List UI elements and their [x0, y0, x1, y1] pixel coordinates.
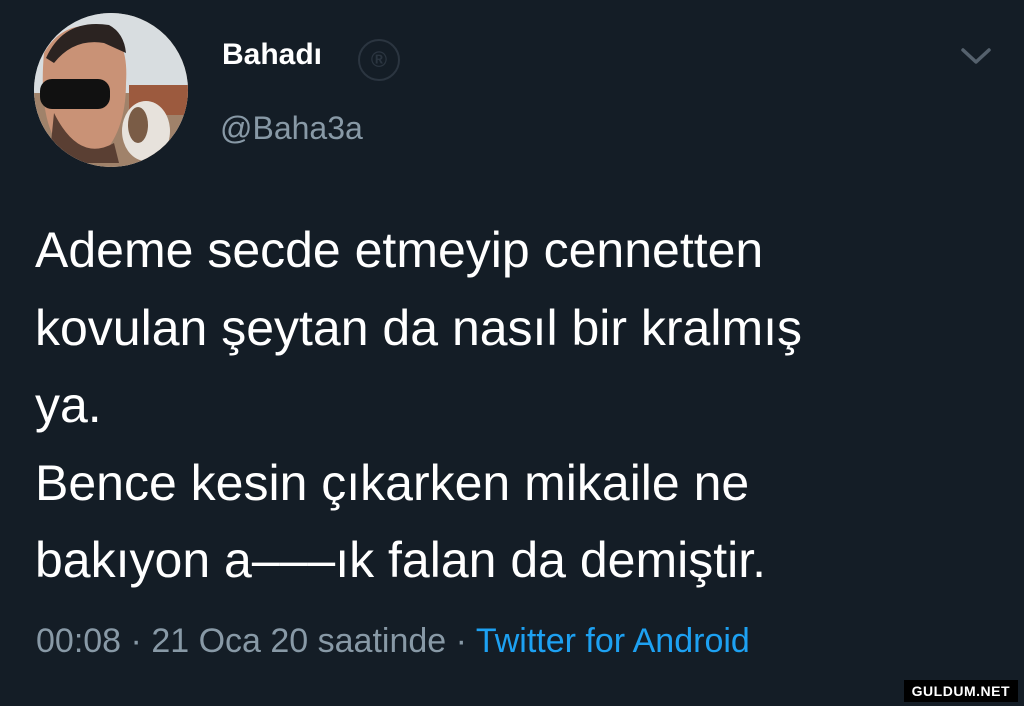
avatar[interactable] — [34, 13, 188, 167]
badge-icon: ® — [358, 39, 400, 81]
chevron-down-icon[interactable] — [958, 43, 994, 69]
separator: · — [446, 622, 476, 660]
tweet-card: Bahadı ® @Baha3a Ademe secde etmeyip cen… — [0, 0, 1024, 706]
tweet-text: Ademe secde etmeyip cennetten kovulan şe… — [35, 222, 803, 588]
tweet-source-link[interactable]: Twitter for Android — [476, 622, 750, 660]
tweet-date[interactable]: 21 Oca 20 saatinde — [151, 622, 446, 660]
tweet-metadata: 00:08 · 21 Oca 20 saatinde · Twitter for… — [36, 622, 750, 661]
user-handle[interactable]: @Baha3a — [220, 110, 363, 147]
avatar-image — [34, 13, 188, 167]
watermark: GULDUM.NET — [903, 680, 1018, 702]
separator: · — [121, 622, 152, 660]
display-name[interactable]: Bahadı — [222, 38, 322, 72]
tweet-time[interactable]: 00:08 — [36, 622, 121, 660]
